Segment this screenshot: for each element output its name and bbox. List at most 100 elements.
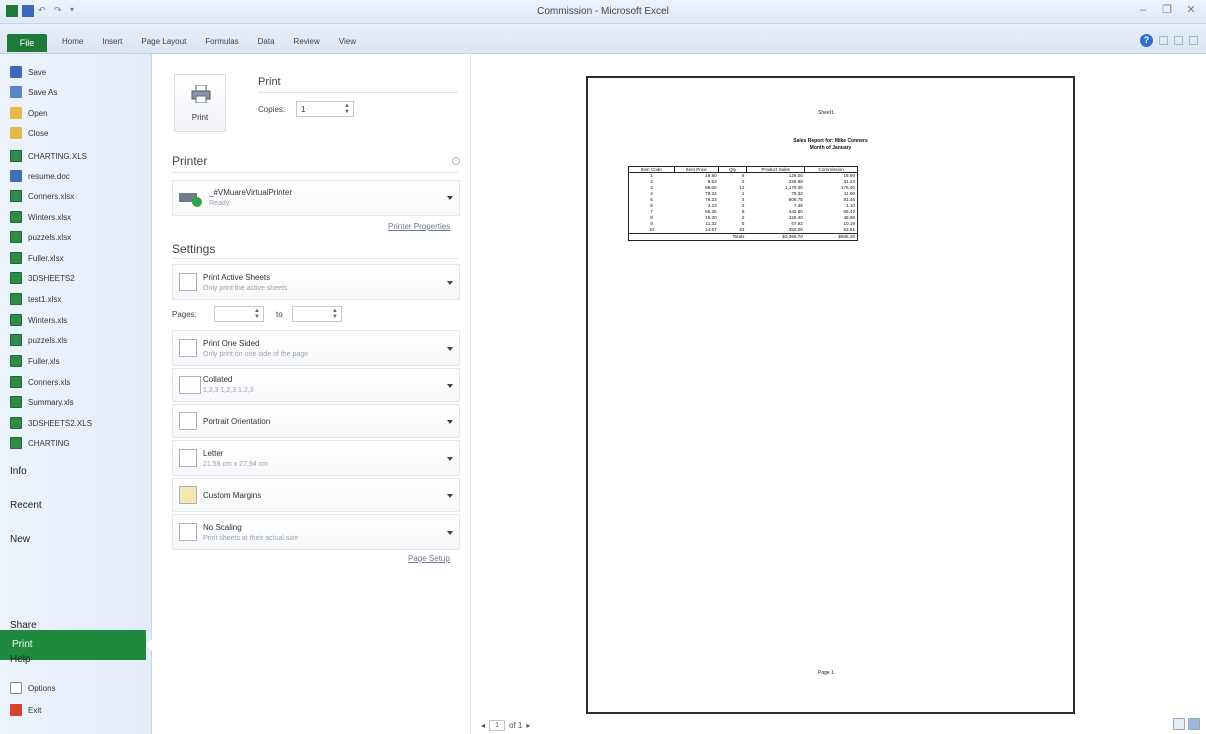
tab-formulas[interactable]: Formulas <box>205 37 238 46</box>
page-setup-link[interactable]: Page Setup <box>408 554 450 563</box>
recent-file[interactable]: CHARTING <box>10 435 70 451</box>
ribbon-window-controls: ? <box>1140 34 1198 47</box>
chevron-down-icon <box>447 196 453 200</box>
margins-dropdown[interactable]: Custom Margins <box>172 478 460 512</box>
nav-new[interactable]: New <box>10 534 30 545</box>
spinner-icon[interactable]: ▲ ▼ <box>254 308 260 320</box>
recent-file-label: CHARTING <box>28 438 70 448</box>
nav-open[interactable]: Open <box>10 105 48 121</box>
current-page-input[interactable]: 1 <box>489 720 506 731</box>
sides-dropdown[interactable]: Print One Sided Only print on one side o… <box>172 330 460 366</box>
table-total-row: Totals $3,368.70 $505.30 <box>628 233 858 241</box>
divider <box>172 258 458 259</box>
nav-save-as[interactable]: Save As <box>10 84 57 100</box>
nav-open-label: Open <box>28 108 48 118</box>
pages-from-input[interactable]: ▲ ▼ <box>214 306 264 322</box>
recent-file[interactable]: Winters.xlsx <box>10 209 71 225</box>
nav-recent[interactable]: Recent <box>10 500 42 511</box>
next-page-icon[interactable]: ▸ <box>526 721 530 730</box>
spinner-icon[interactable]: ▲ ▼ <box>344 103 350 115</box>
paper-icon <box>179 449 197 467</box>
chevron-down-icon <box>447 457 453 461</box>
ribbon-restore-icon[interactable] <box>1174 36 1183 45</box>
recent-file[interactable]: Summary.xls <box>10 394 74 410</box>
ribbon-tabs: Home Insert Page Layout Formulas Data Re… <box>62 37 375 46</box>
recent-file-label: resume.doc <box>28 171 70 181</box>
chevron-down-icon <box>447 494 453 498</box>
ribbon-tab-row: File Home Insert Page Layout Formulas Da… <box>0 24 1206 54</box>
nav-exit-label: Exit <box>28 705 42 715</box>
recent-file[interactable]: Fuller.xlsx <box>10 250 64 266</box>
excel-file-icon <box>10 376 22 388</box>
nav-info[interactable]: Info <box>10 466 27 477</box>
recent-file-label: Fuller.xls <box>28 356 60 366</box>
nav-exit[interactable]: Exit <box>10 702 41 718</box>
tab-file[interactable]: File <box>7 34 47 52</box>
scaling-dropdown[interactable]: No Scaling Print sheets at their actual … <box>172 514 460 550</box>
save-as-icon <box>10 86 22 98</box>
collation-sub: 1,2,3 1,2,3 1,2,3 <box>203 387 254 394</box>
info-icon[interactable] <box>452 157 460 165</box>
page-count: of 1 <box>509 721 523 730</box>
pages-to-input[interactable]: ▲ ▼ <box>292 306 342 322</box>
restore-icon[interactable]: ❐ <box>1160 4 1174 16</box>
show-margins-icon[interactable] <box>1173 718 1185 730</box>
print-what-dropdown[interactable]: Print Active Sheets Only print the activ… <box>172 264 460 300</box>
table-cell <box>628 233 675 241</box>
recent-file[interactable]: 3DSHEETS2 <box>10 270 75 286</box>
recent-file[interactable]: Conners.xls <box>10 374 70 390</box>
nav-share[interactable]: Share <box>10 620 37 631</box>
tab-view[interactable]: View <box>339 37 356 46</box>
nav-close[interactable]: Close <box>10 125 48 141</box>
excel-file-icon <box>10 334 22 346</box>
spinner-icon[interactable]: ▲ ▼ <box>332 308 338 320</box>
recent-file[interactable]: test1.xlsx <box>10 291 61 307</box>
chevron-down-icon <box>447 384 453 388</box>
recent-file-label: puzzels.xls <box>28 335 68 345</box>
nav-save[interactable]: Save <box>10 64 46 80</box>
copies-stepper[interactable]: 1 ▲ ▼ <box>296 101 354 117</box>
close-icon[interactable]: ✕ <box>1184 4 1198 16</box>
print-preview-pane: Sheet1 Sales Report for: Mike Conners Mo… <box>470 54 1206 734</box>
recent-file-label: CHARTING.XLS <box>28 151 87 161</box>
printer-properties-link[interactable]: Printer Properties <box>388 222 450 231</box>
recent-file-label: puzzels.xlsx <box>28 232 72 242</box>
recent-file[interactable]: CHARTING.XLS <box>10 148 87 164</box>
zoom-to-page-icon[interactable] <box>1188 718 1200 730</box>
recent-file[interactable]: Conners.xlsx <box>10 188 74 204</box>
excel-file-icon <box>10 150 22 162</box>
table-cell: $3,368.70 <box>746 233 805 241</box>
nav-help[interactable]: Help <box>10 654 31 665</box>
recent-file-label: test1.xlsx <box>28 294 62 304</box>
paper-size-dropdown[interactable]: Letter 21.59 cm x 27.94 cm <box>172 440 460 476</box>
tab-insert[interactable]: Insert <box>102 37 122 46</box>
recent-file[interactable]: Winters.xls <box>10 312 67 328</box>
report-subtitle: Month of January <box>809 145 852 151</box>
collation-dropdown[interactable]: Collated 1,2,3 1,2,3 1,2,3 <box>172 368 460 402</box>
nav-options[interactable]: Options <box>10 680 56 696</box>
recent-file[interactable]: resume.doc <box>10 168 70 184</box>
recent-file[interactable]: puzzels.xlsx <box>10 229 71 245</box>
recent-file[interactable]: Fuller.xls <box>10 353 60 369</box>
minimize-icon[interactable]: – <box>1136 4 1150 16</box>
ribbon-close-icon[interactable] <box>1189 36 1198 45</box>
printer-dropdown[interactable]: _#VMuareVirtualPrinter Ready <box>172 180 460 216</box>
orientation-dropdown[interactable]: Portrait Orientation <box>172 404 460 438</box>
tab-home[interactable]: Home <box>62 37 83 46</box>
recent-file[interactable]: puzzels.xls <box>10 332 67 348</box>
ribbon-minimize-icon[interactable] <box>1159 36 1168 45</box>
margins-main: Custom Margins <box>203 491 262 500</box>
tab-review[interactable]: Review <box>294 37 320 46</box>
window-title: Commission - Microsoft Excel <box>537 6 669 17</box>
save-icon <box>10 66 22 78</box>
tab-data[interactable]: Data <box>258 37 275 46</box>
tab-page-layout[interactable]: Page Layout <box>141 37 186 46</box>
scaling-main: No Scaling <box>203 523 242 532</box>
help-icon[interactable]: ? <box>1140 34 1153 47</box>
title-bar: ↶ ↷ ▾ Commission - Microsoft Excel – ❐ ✕ <box>0 0 1206 24</box>
previous-page-icon[interactable]: ◂ <box>481 721 485 730</box>
table-cell <box>674 233 719 241</box>
printer-section-title: Printer <box>172 154 208 168</box>
print-button[interactable]: Print <box>174 74 226 132</box>
recent-file[interactable]: 3DSHEETS2.XLS <box>10 415 92 431</box>
